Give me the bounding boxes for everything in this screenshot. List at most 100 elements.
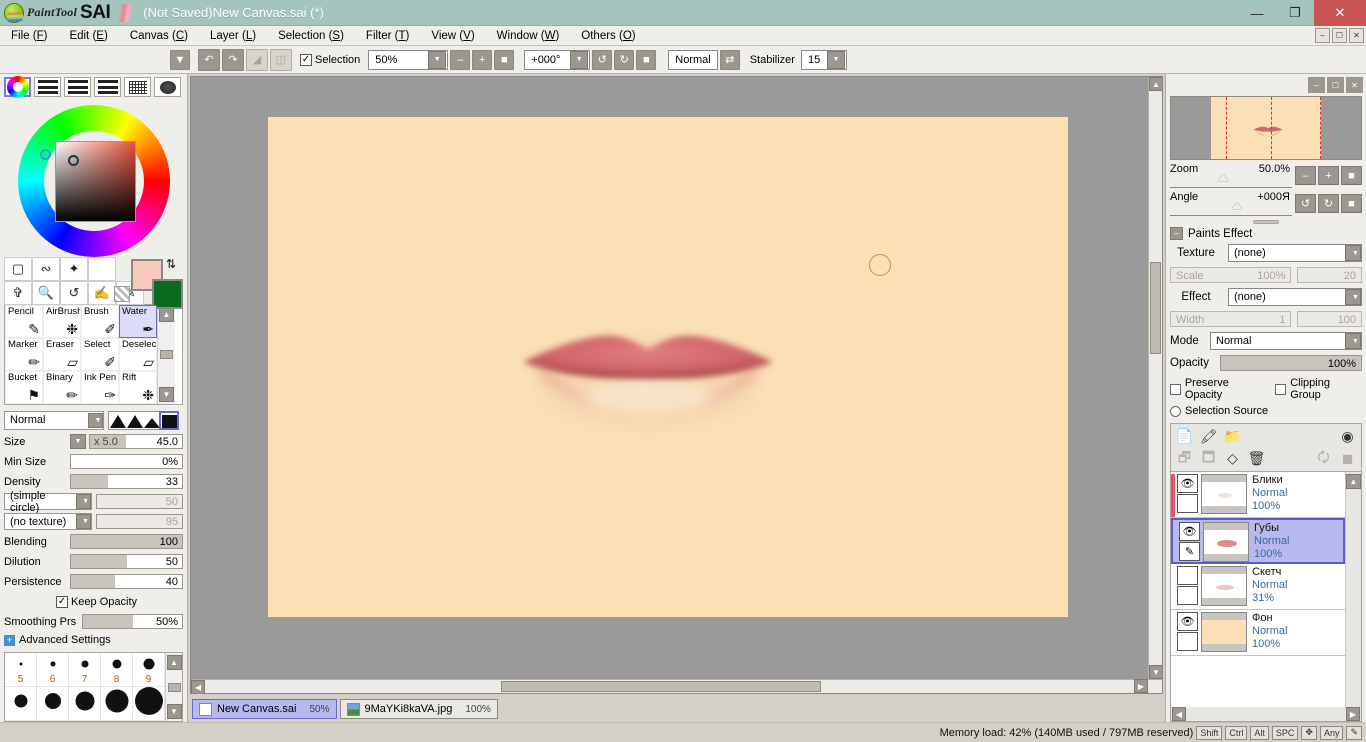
tool-water[interactable]: Water ✒ xyxy=(119,305,157,338)
duplicate-down-icon[interactable]: 🗗 xyxy=(1175,449,1194,468)
opacity-slider[interactable]: 100% xyxy=(1220,355,1362,371)
hue-cursor[interactable] xyxy=(39,149,51,160)
preset-10[interactable] xyxy=(5,687,37,721)
menu-others[interactable]: Others (O) xyxy=(570,28,646,44)
gradient-tab[interactable] xyxy=(154,77,181,97)
tool-deselect[interactable]: Deselect ▱ xyxy=(119,338,157,371)
hand-icon[interactable]: ✍ xyxy=(88,280,116,305)
canvas-vertical-scrollbar[interactable]: ▲ ▼ xyxy=(1148,77,1162,693)
texture-slider[interactable]: 95 xyxy=(95,514,183,529)
zoom-in-button[interactable]: + xyxy=(472,49,493,70)
rotate-icon[interactable]: ↺ xyxy=(60,280,88,305)
new-layer-icon[interactable]: 📄 xyxy=(1175,427,1194,446)
advanced-settings-label[interactable]: Advanced Settings xyxy=(19,634,111,646)
scroll-up-icon[interactable]: ▲ xyxy=(1149,77,1162,91)
scroll-thumb[interactable] xyxy=(160,350,173,359)
restore-icon[interactable]: ☐ xyxy=(1327,77,1344,93)
visibility-eye-icon[interactable]: 👁 xyxy=(1177,612,1198,631)
menu-canvas[interactable]: Canvas (C) xyxy=(119,28,199,44)
view-mode-value[interactable]: Normal xyxy=(668,49,718,70)
clear-layer-icon[interactable]: ◇ xyxy=(1223,449,1242,468)
menu-layer[interactable]: Layer (L) xyxy=(199,28,267,44)
expand-icon[interactable]: + xyxy=(4,634,15,646)
new-linework-layer-icon[interactable]: 🖍 xyxy=(1199,427,1218,446)
scroll-right-icon[interactable]: ▶ xyxy=(1346,707,1360,721)
min-size-slider[interactable]: 0% xyxy=(70,454,183,469)
effect-combo[interactable]: (none) ▼ xyxy=(1228,288,1362,306)
saturation-value-square[interactable] xyxy=(54,141,136,222)
delete-layer-icon[interactable]: 🗑 xyxy=(1247,449,1266,468)
chevron-down-icon[interactable]: ▼ xyxy=(826,50,845,69)
layer-lock-icon[interactable] xyxy=(1177,494,1198,513)
visibility-eye-icon[interactable]: 👁 xyxy=(1179,522,1200,541)
maximize-button[interactable]: ❐ xyxy=(1276,0,1314,26)
nav-zoom-reset-button[interactable]: ■ xyxy=(1341,166,1362,185)
canvas-horizontal-scrollbar[interactable]: ◀ ▶ xyxy=(191,679,1162,693)
zoom-icon[interactable]: 🔍 xyxy=(32,280,60,305)
tool-brush[interactable]: Brush ✐ xyxy=(81,305,119,338)
preset-8[interactable]: 8 xyxy=(101,653,133,687)
keep-opacity-checkbox[interactable]: ✓ Keep Opacity xyxy=(55,595,137,608)
scroll-right-icon[interactable]: ▶ xyxy=(1134,679,1148,693)
panel-close-icon[interactable]: ✕ xyxy=(1349,28,1364,43)
menu-file[interactable]: File (F) xyxy=(0,28,58,44)
color-wheel-tab[interactable] xyxy=(4,76,31,98)
visibility-eye-icon[interactable]: 👁 xyxy=(1177,474,1198,493)
panel-restore-icon[interactable]: ☐ xyxy=(1332,28,1347,43)
scroll-left-icon[interactable]: ◀ xyxy=(1172,707,1186,721)
zoom-reset-button[interactable]: ■ xyxy=(494,49,515,70)
scroll-thumb[interactable] xyxy=(167,682,181,692)
vertical-scroll-thumb[interactable] xyxy=(1150,262,1161,354)
density-slider[interactable]: 33 xyxy=(70,474,183,489)
blend-mode-combo[interactable]: Normal ▼ xyxy=(4,410,104,430)
scroll-down-icon[interactable]: ▼ xyxy=(1149,665,1162,679)
layer-row-sketch[interactable]: Скетч Normal 31% xyxy=(1171,564,1345,610)
mirror-icon[interactable]: ◫ xyxy=(270,48,292,71)
panel-resize-handle[interactable] xyxy=(1253,220,1279,224)
layer-lock-icon[interactable] xyxy=(1177,586,1198,605)
merge-icon[interactable]: ◼ xyxy=(1338,449,1357,468)
scroll-up-icon[interactable]: ▲ xyxy=(159,307,174,322)
tab-new-canvas[interactable]: New Canvas.sai 50% xyxy=(192,699,337,719)
selected-layer-pen-icon[interactable]: ✎ xyxy=(1179,542,1200,561)
panel-minimize-icon[interactable]: – xyxy=(1315,28,1330,43)
preset-11[interactable] xyxy=(37,687,69,721)
menu-view[interactable]: View (V) xyxy=(420,28,485,44)
tool-marker[interactable]: Marker ✏ xyxy=(5,338,43,371)
preset-7[interactable]: 7 xyxy=(69,653,101,687)
layer-panel-hscroll[interactable]: ◀ ▶ xyxy=(1171,707,1361,721)
menu-selection[interactable]: Selection (S) xyxy=(267,28,355,44)
marquee-icon[interactable]: ▢ xyxy=(4,256,32,281)
transfer-icon[interactable]: 🗘 xyxy=(1314,449,1333,468)
chevron-down-icon[interactable]: ▼ xyxy=(88,412,103,428)
navigator-angle-slider[interactable]: Angle +000Я xyxy=(1170,191,1292,216)
rotate-reset-button[interactable]: ■ xyxy=(636,49,657,70)
transparency-swatch[interactable] xyxy=(114,285,130,302)
chevron-down-icon[interactable]: ▼ xyxy=(1345,245,1361,261)
shape-soft-tip[interactable] xyxy=(110,413,126,428)
canvas-viewport[interactable]: ▲ ▼ ◀ ▶ xyxy=(190,76,1163,694)
layer-row-bliki[interactable]: 👁 Блики Normal 100% xyxy=(1171,472,1345,518)
grid-tab[interactable] xyxy=(124,77,151,97)
tip-shape-slider[interactable]: 50 xyxy=(95,494,183,509)
tool-scrollbar[interactable]: ▲ ▼ xyxy=(157,305,175,404)
angle-combo[interactable]: +000° ▼ xyxy=(524,49,591,70)
zoom-combo[interactable]: 50% ▼ xyxy=(368,49,449,70)
nav-rotate-ccw-button[interactable]: ↺ xyxy=(1295,194,1316,213)
smoothing-slider[interactable]: 50% xyxy=(82,614,183,629)
menu-window[interactable]: Window (W) xyxy=(486,28,571,44)
scroll-left-icon[interactable]: ◀ xyxy=(191,680,205,693)
merge-down-icon[interactable]: 🗖 xyxy=(1199,449,1218,468)
texture-combo[interactable]: (none) ▼ xyxy=(1228,244,1362,262)
minimize-icon[interactable]: – xyxy=(1308,77,1325,93)
nav-zoom-out-button[interactable]: – xyxy=(1295,166,1316,185)
nav-zoom-in-button[interactable]: + xyxy=(1318,166,1339,185)
color-wheel-widget[interactable] xyxy=(4,101,184,257)
sv-cursor[interactable] xyxy=(67,155,79,166)
minimize-button[interactable]: — xyxy=(1238,0,1276,26)
new-folder-icon[interactable]: 📁 xyxy=(1223,427,1242,446)
zoom-out-button[interactable]: – xyxy=(450,49,471,70)
blending-slider[interactable]: 100 xyxy=(70,534,183,549)
size-slider[interactable]: x 5.0 45.0 xyxy=(89,434,183,449)
dropdown-icon[interactable]: ▼ xyxy=(170,49,190,70)
